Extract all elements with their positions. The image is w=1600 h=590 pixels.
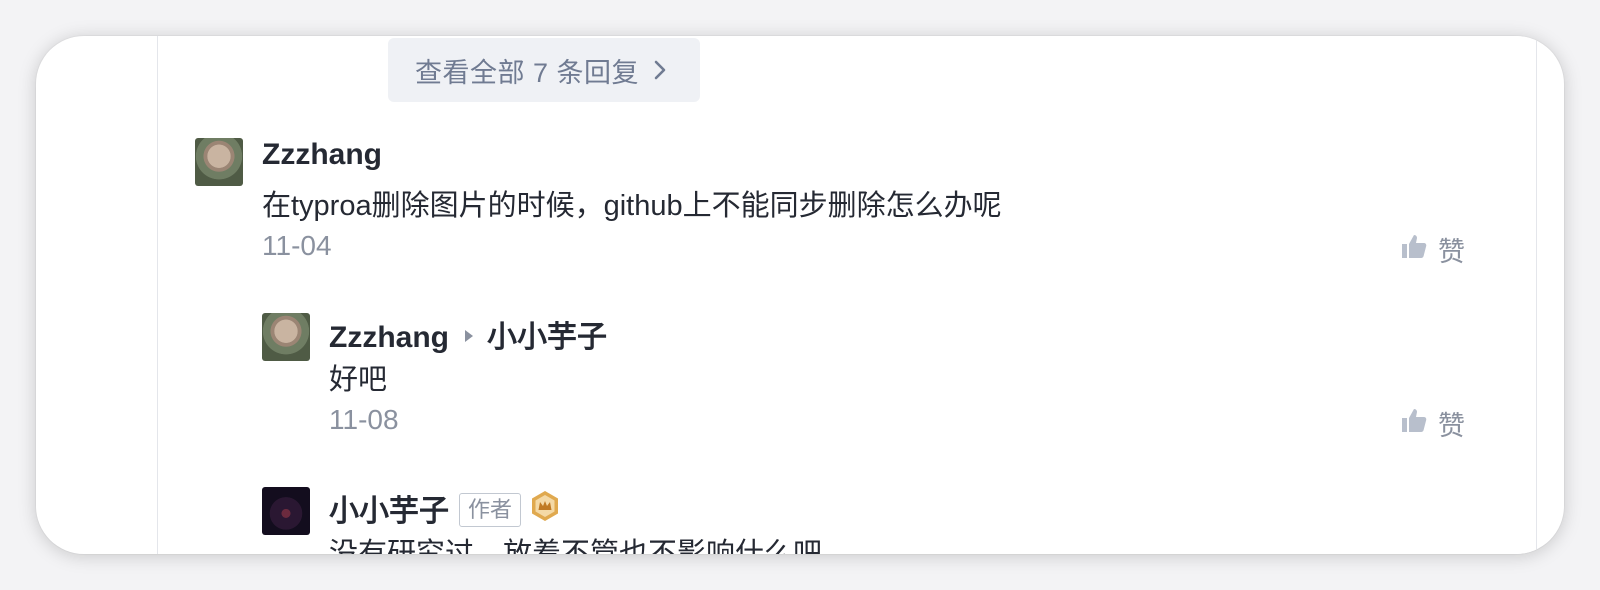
comment-date: 11-08 [329,404,399,435]
thumbs-up-icon [1400,406,1438,441]
comment-date: 11-04 [262,230,332,261]
comment-list: 查看全部 7 条回复 Zzzhang 在typroa删除图片的时候，github… [157,36,1537,554]
thumbs-up-icon [1400,232,1438,267]
comment-text: 好吧 [329,364,388,396]
like-label: 赞 [1438,237,1465,267]
like-label: 赞 [1438,411,1465,441]
reply-arrow-icon [465,330,473,343]
avatar[interactable] [195,138,243,186]
chevron-right-icon [653,59,671,81]
comment-text: 在typroa删除图片的时候，github上不能同步删除怎么办呢 [262,190,1002,222]
view-all-replies-label: 查看全部 7 条回复 [415,57,640,88]
comment-author[interactable]: 小小芋子 [329,495,449,528]
avatar[interactable] [262,487,310,535]
comments-window: 查看全部 7 条回复 Zzzhang 在typroa删除图片的时候，github… [36,36,1564,554]
like-button[interactable]: 赞 [1400,230,1465,269]
comment-author[interactable]: Zzzhang [329,321,449,354]
author-tag: 作者 [459,493,522,528]
like-button[interactable]: 赞 [1400,404,1465,443]
comment-text: 没有研究过，放着不管也不影响什么吧 [329,538,823,554]
comment-author[interactable]: Zzzhang [262,138,382,172]
avatar[interactable] [262,313,310,361]
view-all-replies-button[interactable]: 查看全部 7 条回复 [388,38,700,102]
reply-header: Zzzhang 小小芋子 [329,312,607,356]
crown-badge-icon [529,490,561,530]
reply-to-user[interactable]: 小小芋子 [487,321,607,354]
reply-header: 小小芋子 作者 [329,486,561,533]
